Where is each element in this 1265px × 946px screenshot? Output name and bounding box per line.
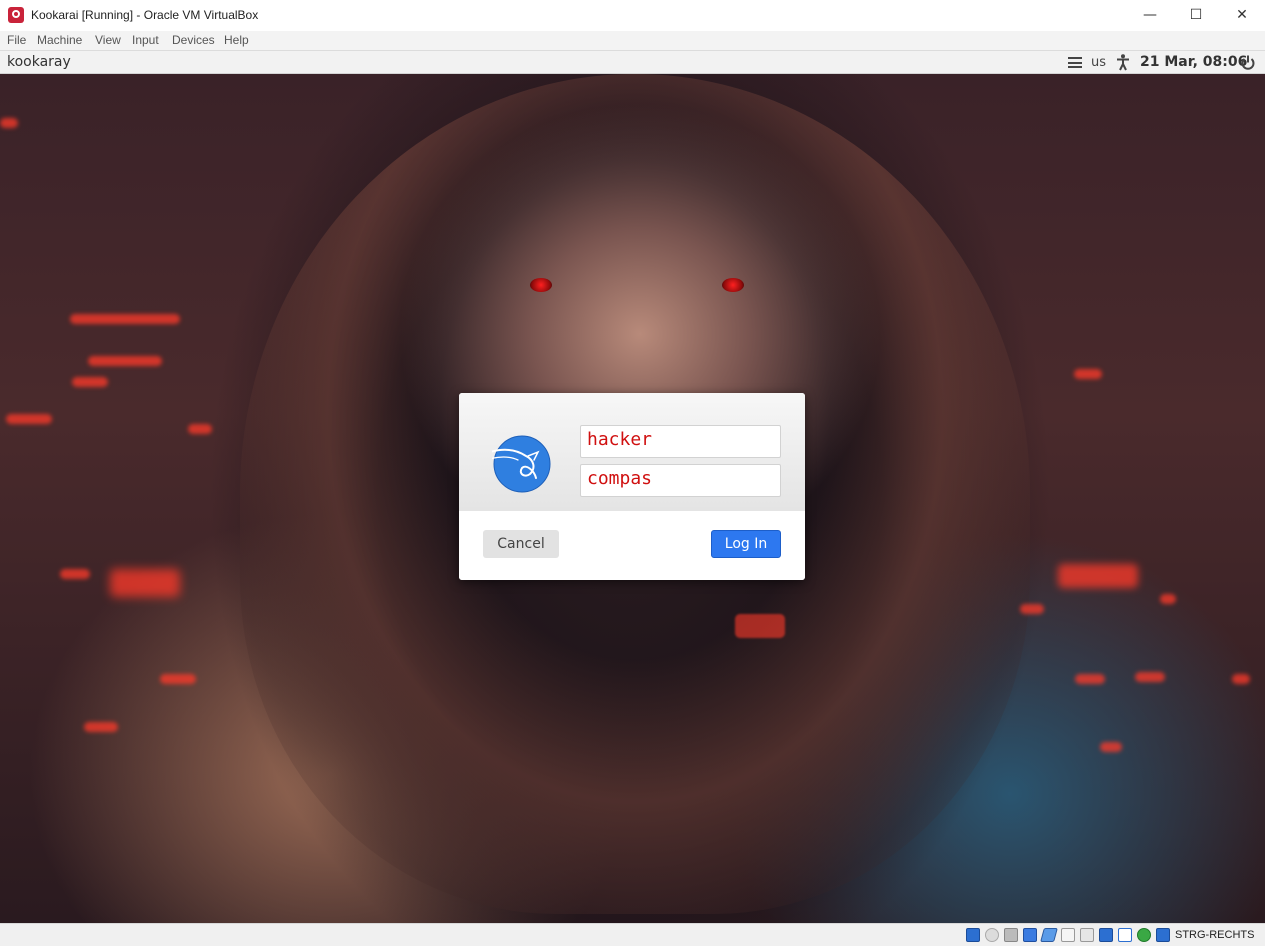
- virtualbox-statusbar: STRG-RECHTS: [0, 923, 1265, 946]
- wallpaper-glow: [60, 569, 90, 579]
- wallpaper-glow: [1074, 369, 1102, 379]
- wallpaper-glow: [88, 356, 162, 366]
- wallpaper-glow: [1075, 674, 1105, 684]
- wallpaper-glow: [1058, 564, 1138, 588]
- guest-top-panel: kookaray us 21 Mar, 08:06: [0, 50, 1265, 74]
- menu-file[interactable]: File: [7, 33, 26, 47]
- wallpaper-glow: [84, 722, 118, 732]
- wallpaper-glow: [1020, 604, 1044, 614]
- window-titlebar: Kookarai [Running] - Oracle VM VirtualBo…: [0, 0, 1265, 32]
- video-capture-icon[interactable]: [1099, 928, 1113, 942]
- wallpaper-glow: [188, 424, 212, 434]
- menu-devices[interactable]: Devices: [172, 33, 215, 47]
- virtualization-icon[interactable]: [1118, 928, 1132, 942]
- wallpaper-glow: [72, 377, 108, 387]
- host-key-label: STRG-RECHTS: [1175, 929, 1255, 941]
- accessibility-icon[interactable]: [1116, 54, 1130, 71]
- maximize-button[interactable]: ☐: [1173, 0, 1219, 31]
- wallpaper-glow: [1100, 742, 1122, 752]
- password-input[interactable]: compas: [580, 464, 781, 497]
- usb-icon[interactable]: [1040, 928, 1058, 942]
- power-icon[interactable]: [1240, 54, 1256, 71]
- shared-folders-icon[interactable]: [1061, 928, 1075, 942]
- login-button[interactable]: Log In: [711, 530, 781, 558]
- window-title: Kookarai [Running] - Oracle VM VirtualBo…: [31, 8, 259, 22]
- keyboard-layout-indicator[interactable]: us: [1091, 55, 1106, 70]
- hostname-label: kookaray: [7, 54, 71, 70]
- wallpaper-eye-right: [722, 278, 744, 292]
- wallpaper-glow: [110, 569, 180, 597]
- minimize-button[interactable]: —: [1127, 0, 1173, 31]
- wallpaper-glow: [70, 314, 180, 324]
- audio-icon[interactable]: [1004, 928, 1018, 942]
- arrow-down-icon[interactable]: [1156, 928, 1170, 942]
- kali-dragon-logo-icon: [492, 435, 551, 493]
- menu-input[interactable]: Input: [132, 33, 159, 47]
- username-input[interactable]: hacker: [580, 425, 781, 458]
- wallpaper-glow: [1160, 594, 1176, 604]
- wallpaper-eye-left: [530, 278, 552, 292]
- datetime-label[interactable]: 21 Mar, 08:06: [1140, 54, 1247, 70]
- wallpaper-glow: [1135, 672, 1165, 682]
- menu-bar: File Machine View Input Devices Help: [0, 31, 1265, 50]
- cancel-button[interactable]: Cancel: [483, 530, 559, 558]
- close-button[interactable]: ✕: [1219, 0, 1265, 31]
- wallpaper-glow: [6, 414, 52, 424]
- hard-disk-icon[interactable]: [966, 928, 980, 942]
- wallpaper-glow: [0, 118, 18, 128]
- menu-view[interactable]: View: [95, 33, 121, 47]
- menu-help[interactable]: Help: [224, 33, 249, 47]
- optical-drive-icon[interactable]: [985, 928, 999, 942]
- wallpaper-glow: [1232, 674, 1250, 684]
- wallpaper-glow: [735, 614, 785, 638]
- hamburger-menu-icon[interactable]: [1068, 57, 1082, 68]
- mouse-integration-icon[interactable]: [1137, 928, 1151, 942]
- virtualbox-app-icon: [8, 7, 24, 23]
- display-icon[interactable]: [1080, 928, 1094, 942]
- network-icon[interactable]: [1023, 928, 1037, 942]
- menu-machine[interactable]: Machine: [37, 33, 82, 47]
- login-dialog: hacker compas Cancel Log In: [459, 393, 805, 580]
- wallpaper-glow: [160, 674, 196, 684]
